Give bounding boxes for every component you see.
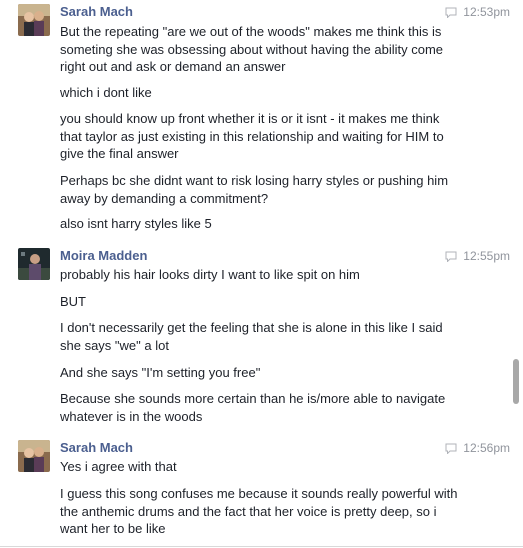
chat-bubble-icon: [445, 7, 457, 18]
chat-bubble-icon: [445, 251, 457, 262]
timestamp: 12:56pm: [445, 441, 510, 455]
message-text: Perhaps bc she didnt want to risk losing…: [60, 173, 449, 206]
user-photo-sarah: [18, 440, 50, 472]
message-text: And she says "I'm setting you free": [60, 365, 261, 380]
message-thread: Sarah Mach 12:53pm But the repeating "ar…: [0, 0, 523, 548]
message-text: I guess this song confuses me because it…: [60, 486, 458, 536]
user-photo-sarah: [18, 4, 50, 36]
message-text: which i dont like: [60, 85, 152, 100]
message-group: Moira Madden 12:55pm probably his hair l…: [0, 248, 510, 426]
user-photo-moira: [18, 248, 50, 280]
message-text: you should know up front whether it is o…: [60, 111, 444, 161]
sender-name[interactable]: Sarah Mach: [60, 4, 133, 20]
timestamp-text: 12:53pm: [463, 5, 510, 19]
message-group: Sarah Mach 12:56pm Yes i agree with that…: [0, 440, 510, 545]
timestamp-text: 12:56pm: [463, 441, 510, 455]
message-text: BUT: [60, 294, 86, 309]
avatar[interactable]: [18, 4, 50, 36]
message-text: Yes i agree with that: [60, 459, 177, 474]
sender-name[interactable]: Moira Madden: [60, 248, 147, 264]
sender-name[interactable]: Sarah Mach: [60, 440, 133, 456]
avatar[interactable]: [18, 248, 50, 280]
message-group: Sarah Mach 12:53pm But the repeating "ar…: [0, 4, 510, 236]
timestamp: 12:55pm: [445, 249, 510, 263]
timestamp: 12:53pm: [445, 5, 510, 19]
timestamp-text: 12:55pm: [463, 249, 510, 263]
message-text: But the repeating "are we out of the woo…: [60, 24, 443, 74]
avatar[interactable]: [18, 440, 50, 472]
message-text: probably his hair looks dirty I want to …: [60, 267, 360, 282]
message-text: Because she sounds more certain than he …: [60, 391, 446, 424]
message-text: also isnt harry styles like 5: [60, 216, 212, 231]
chat-bubble-icon: [445, 443, 457, 454]
divider: [0, 546, 523, 547]
message-text: I don't necessarily get the feeling that…: [60, 320, 443, 353]
scrollbar-thumb[interactable]: [513, 359, 519, 404]
